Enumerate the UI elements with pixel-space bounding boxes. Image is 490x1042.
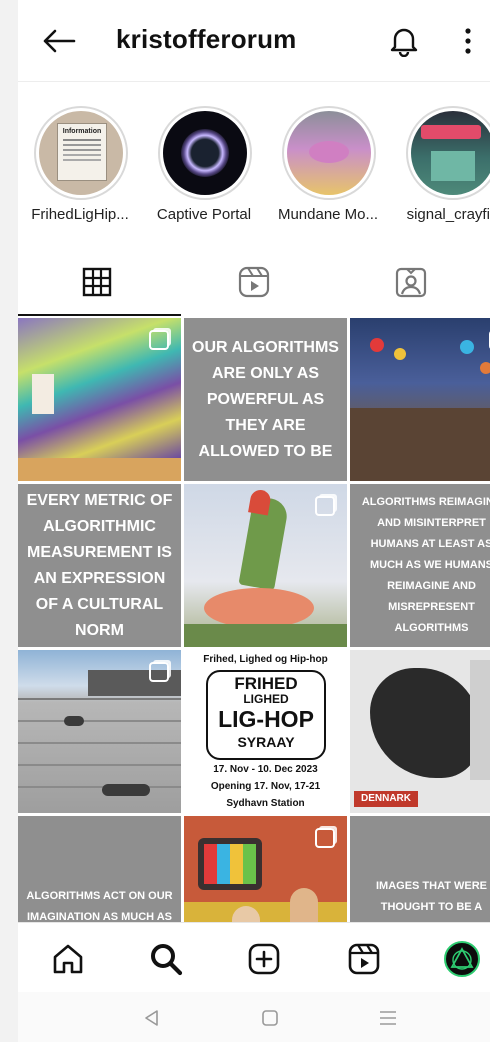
post-text: OUR ALGORITHMS ARE ONLY AS POWERFUL AS T… bbox=[192, 338, 339, 460]
post-8[interactable]: Frihed, Lighed og Hip-hop FRIHED LIGHED … bbox=[184, 650, 347, 813]
back-triangle-icon bbox=[145, 1010, 158, 1026]
multi-photo-icon bbox=[315, 496, 335, 516]
story-highlights: Information FrihedLigHip... Captive Port… bbox=[18, 106, 490, 232]
arrow-left-icon bbox=[43, 29, 76, 53]
search-icon bbox=[151, 944, 183, 976]
left-edge bbox=[0, 0, 18, 1042]
nav-home[interactable] bbox=[46, 937, 90, 981]
highlight-frihed[interactable]: Information FrihedLigHip... bbox=[18, 106, 142, 232]
page-title: kristofferorum bbox=[116, 24, 297, 54]
post-text: EVERY METRIC OF ALGORITHMIC MEASUREMENT … bbox=[26, 491, 173, 639]
active-tab-indicator bbox=[18, 314, 181, 316]
post-10[interactable]: ALGORITHMS ACT ON OUR IMAGINATION AS MUC… bbox=[18, 816, 181, 922]
post-6[interactable]: ALGORITHMS REIMAGINE AND MISINTERPRET HU… bbox=[350, 484, 490, 647]
nav-create[interactable] bbox=[242, 937, 286, 981]
highlight-thumbnail bbox=[411, 111, 490, 195]
highlight-captive-portal[interactable]: Captive Portal bbox=[142, 106, 266, 232]
bottom-navigation bbox=[18, 922, 490, 992]
posts-grid: OUR ALGORITHMS ARE ONLY AS POWERFUL AS T… bbox=[18, 318, 490, 922]
poster-title: Frihed, Lighed og Hip-hop bbox=[203, 654, 328, 665]
system-home-button[interactable] bbox=[258, 1006, 282, 1030]
highlight-label: signal_crayfis bbox=[406, 206, 490, 223]
menu-lines-icon bbox=[380, 1011, 396, 1025]
post-12[interactable]: IMAGES THAT WERE THOUGHT TO BE A REPRESE… bbox=[350, 816, 490, 922]
nav-reels[interactable] bbox=[342, 937, 386, 981]
poster-logo: FRIHED LIGHED LIG-HOP SYRAAY bbox=[206, 670, 326, 760]
post-1[interactable] bbox=[18, 318, 181, 481]
highlight-ring bbox=[158, 106, 252, 200]
poster-opening: Opening 17. Nov, 17-21 bbox=[210, 781, 321, 792]
post-text: ALGORITHMS ACT ON OUR IMAGINATION AS MUC… bbox=[26, 890, 173, 922]
reels-icon bbox=[238, 266, 269, 298]
map-label: DENNARK bbox=[354, 791, 418, 807]
post-11[interactable] bbox=[184, 816, 347, 922]
info-sheet-title: Information bbox=[62, 128, 102, 135]
highlight-ring bbox=[406, 106, 490, 200]
post-2[interactable]: OUR ALGORITHMS ARE ONLY AS POWERFUL AS T… bbox=[184, 318, 347, 481]
highlight-signal-crayfish[interactable]: signal_crayfis bbox=[390, 106, 490, 232]
back-button[interactable] bbox=[38, 20, 80, 62]
tab-reels[interactable] bbox=[175, 248, 332, 316]
post-text: IMAGES THAT WERE THOUGHT TO BE A REPRESE… bbox=[362, 879, 490, 923]
bell-icon bbox=[390, 28, 418, 57]
highlight-label: FrihedLigHip... bbox=[31, 206, 129, 223]
highlight-ring: Information bbox=[34, 106, 128, 200]
post-4[interactable]: EVERY METRIC OF ALGORITHMIC MEASUREMENT … bbox=[18, 484, 181, 647]
more-vertical-icon bbox=[465, 28, 471, 54]
multi-photo-icon bbox=[149, 662, 169, 682]
system-recents-button[interactable] bbox=[376, 1006, 400, 1030]
highlight-thumbnail bbox=[287, 111, 371, 195]
wall-banner bbox=[32, 374, 54, 414]
plus-square-icon bbox=[248, 943, 280, 975]
portal-orb bbox=[181, 129, 229, 177]
highlight-mundane[interactable]: Mundane Mo... bbox=[266, 106, 390, 232]
profile-header: kristofferorum bbox=[18, 0, 490, 82]
info-sheet: Information bbox=[57, 123, 107, 181]
grid-icon bbox=[82, 267, 111, 297]
tagged-icon bbox=[395, 267, 426, 298]
highlight-label: Captive Portal bbox=[156, 206, 252, 223]
notifications-button[interactable] bbox=[384, 20, 424, 62]
system-navigation-bar bbox=[18, 992, 490, 1042]
tab-posts-grid[interactable] bbox=[18, 248, 175, 316]
profile-tabs bbox=[18, 248, 490, 316]
system-back-button[interactable] bbox=[140, 1006, 164, 1030]
more-options-button[interactable] bbox=[450, 20, 486, 62]
highlight-label: Mundane Mo... bbox=[277, 206, 379, 223]
highlight-ring bbox=[282, 106, 376, 200]
post-3[interactable] bbox=[350, 318, 490, 481]
tab-tagged[interactable] bbox=[332, 248, 489, 316]
home-square-icon bbox=[262, 1010, 278, 1026]
multi-photo-icon bbox=[149, 330, 169, 350]
home-icon bbox=[53, 944, 83, 974]
nav-search[interactable] bbox=[144, 937, 188, 981]
post-7[interactable] bbox=[18, 650, 181, 813]
profile-avatar bbox=[444, 941, 480, 977]
highlight-thumbnail bbox=[163, 111, 247, 195]
reels-icon bbox=[348, 943, 380, 975]
profile-screen: kristofferorum Information FrihedLigHip.… bbox=[18, 0, 490, 1042]
post-text: ALGORITHMS REIMAGINE AND MISINTERPRET HU… bbox=[361, 496, 490, 634]
nav-profile[interactable] bbox=[440, 937, 484, 981]
highlight-thumbnail: Information bbox=[39, 111, 123, 195]
poster-dates: 17. Nov - 10. Dec 2023 bbox=[213, 764, 318, 775]
post-5[interactable] bbox=[184, 484, 347, 647]
poster-location: Sydhavn Station bbox=[226, 798, 305, 809]
post-9[interactable]: DENNARK bbox=[350, 650, 490, 813]
multi-photo-icon bbox=[315, 828, 335, 848]
